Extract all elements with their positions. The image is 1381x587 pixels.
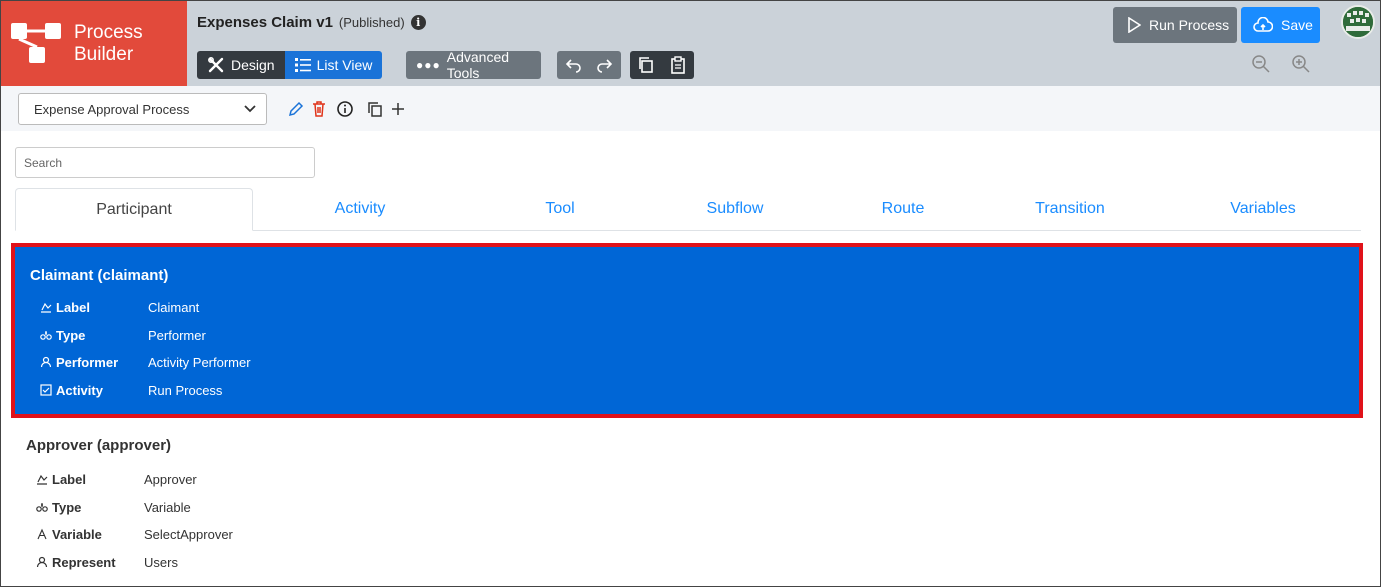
process-select-value: Expense Approval Process <box>34 101 190 117</box>
run-process-button[interactable]: Run Process <box>1113 7 1237 43</box>
list-icon <box>294 58 311 72</box>
paste-button[interactable] <box>662 51 694 79</box>
participant-card-selected[interactable]: Claimant (claimant) Label Claimant Type … <box>11 243 1363 418</box>
design-label: Design <box>231 57 275 73</box>
activity-icon <box>40 384 52 396</box>
participant-title: Approver (approver) <box>26 437 172 454</box>
undo-redo-group <box>557 51 621 79</box>
field-key: Variable <box>52 526 102 542</box>
advanced-tools-label: Advanced Tools <box>446 49 510 81</box>
list-view-label: List View <box>316 57 373 73</box>
field-value: SelectApprover <box>144 526 233 542</box>
copy-button[interactable] <box>630 51 662 79</box>
info-icon[interactable]: i <box>410 15 426 30</box>
process-title-row: Expenses Claim v1 (Published) i <box>197 14 426 31</box>
process-title: Expenses Claim v1 <box>197 14 333 31</box>
design-button[interactable]: Design <box>197 51 285 79</box>
run-process-label: Run Process <box>1149 17 1230 33</box>
tab-subflow[interactable]: Subflow <box>670 188 800 230</box>
duplicate-icon[interactable] <box>366 100 384 118</box>
process-select[interactable]: Expense Approval Process <box>18 93 267 125</box>
zoom-out-icon[interactable] <box>1251 54 1271 74</box>
field-value: Users <box>144 554 178 570</box>
field-value: Run Process <box>148 382 223 398</box>
add-plus-icon[interactable] <box>389 100 407 118</box>
user-avatar[interactable] <box>1341 5 1375 39</box>
field-row: Label Claimant <box>40 297 199 317</box>
participant-card[interactable]: Approver (approver) Label Approver Type … <box>11 421 1363 587</box>
label-icon <box>41 302 52 313</box>
play-icon <box>1128 17 1141 33</box>
info-circle-icon[interactable] <box>336 100 354 118</box>
field-key: Performer <box>56 354 119 370</box>
performer-icon <box>40 356 52 368</box>
field-key: Represent <box>52 554 116 570</box>
field-value: Claimant <box>148 299 200 315</box>
advanced-tools-wrap: ●●● Advanced Tools <box>406 49 541 81</box>
paste-icon <box>671 56 685 74</box>
field-value: Approver <box>144 471 197 487</box>
tab-variables[interactable]: Variables <box>1198 188 1328 230</box>
field-value: Activity Performer <box>148 354 251 370</box>
field-row: Variable SelectApprover <box>36 524 233 544</box>
publish-status: (Published) <box>338 15 405 30</box>
represent-icon <box>36 556 48 568</box>
chevron-down-icon <box>244 105 256 113</box>
field-key: Type <box>52 499 82 515</box>
redo-button[interactable] <box>589 51 621 79</box>
logo-text: Process Builder <box>74 22 143 66</box>
field-row: Represent Users <box>36 552 178 572</box>
zoom-in-icon[interactable] <box>1291 54 1311 74</box>
tab-transition[interactable]: Transition <box>1005 188 1135 230</box>
tools-icon <box>208 57 224 73</box>
tab-participant[interactable]: Participant <box>15 188 253 231</box>
element-type-tabs: Participant Activity Tool Subflow Route … <box>15 188 1361 231</box>
field-value: Variable <box>144 499 191 515</box>
tab-tool[interactable]: Tool <box>510 188 610 230</box>
label-icon <box>37 474 48 485</box>
app-logo[interactable]: Process Builder <box>1 1 187 86</box>
logo-line-2: Builder <box>74 44 134 65</box>
field-key: Activity <box>56 382 103 398</box>
search-input[interactable] <box>15 147 315 178</box>
participant-title: Claimant (claimant) <box>30 267 169 284</box>
cloud-upload-icon <box>1253 17 1273 32</box>
edit-pencil-icon[interactable] <box>287 100 305 118</box>
avatar-image-icon <box>1343 7 1373 37</box>
undo-button[interactable] <box>557 51 589 79</box>
copy-paste-group <box>630 51 694 79</box>
tab-activity[interactable]: Activity <box>295 188 425 230</box>
view-toggle-group: Design List View <box>197 51 383 79</box>
advanced-tools-button[interactable]: ●●● Advanced Tools <box>406 49 541 81</box>
field-row: Label Approver <box>36 469 197 489</box>
logo-line-1: Process <box>74 22 143 43</box>
type-icon <box>36 503 48 512</box>
field-row: Performer Activity Performer <box>40 352 251 372</box>
list-view-button[interactable]: List View <box>284 51 383 79</box>
field-key: Type <box>56 327 86 343</box>
field-key: Label <box>52 471 86 487</box>
field-value: Performer <box>148 327 206 343</box>
copy-icon <box>639 57 653 73</box>
process-builder-logo-icon <box>11 23 61 63</box>
save-label: Save <box>1281 17 1313 33</box>
field-row: Activity Run Process <box>40 380 222 400</box>
more-dots-icon: ●●● <box>416 58 441 72</box>
undo-icon <box>565 59 581 73</box>
type-icon <box>40 331 52 340</box>
save-button[interactable]: Save <box>1241 7 1320 43</box>
tab-route[interactable]: Route <box>853 188 953 230</box>
field-key: Label <box>56 299 90 315</box>
field-row: Type Variable <box>36 497 191 517</box>
field-row: Type Performer <box>40 325 206 345</box>
delete-trash-icon[interactable] <box>310 100 328 118</box>
variable-icon <box>37 528 47 540</box>
redo-icon <box>597 59 613 73</box>
